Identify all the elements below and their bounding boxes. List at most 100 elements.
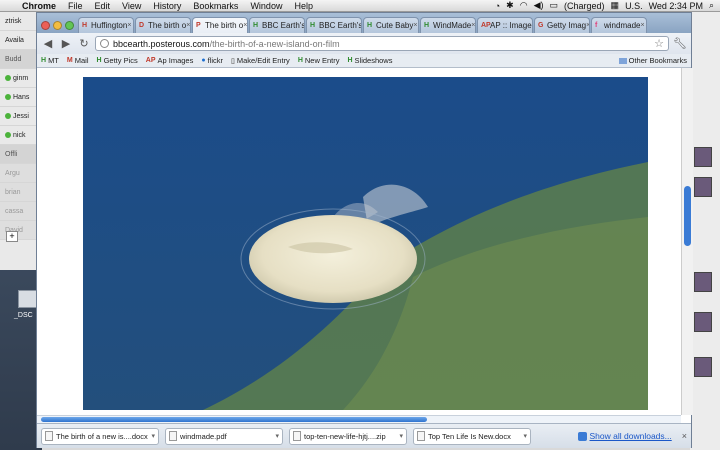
horizontal-scrollbar[interactable] [37, 415, 681, 423]
zoom-window-button[interactable] [65, 20, 74, 30]
timemachine-icon[interactable]: ◔ [495, 1, 500, 11]
bookmark-item[interactable]: H Getty Pics [97, 56, 138, 65]
menu-file[interactable]: File [62, 1, 89, 11]
tab[interactable]: G Getty Imag × [534, 17, 590, 33]
download-item[interactable]: top-ten-new-life-hjtj....zip ▾ [289, 427, 407, 445]
chat-buddy-offline[interactable]: Argu [0, 164, 41, 183]
window-controls [41, 17, 74, 33]
close-tab-icon[interactable]: × [243, 22, 247, 29]
add-buddy-button[interactable]: + [6, 231, 18, 242]
back-arrow-icon[interactable]: ◀ [41, 37, 55, 51]
tab[interactable]: D The birth o × [135, 17, 191, 33]
bookmark-star-icon[interactable]: ☆ [654, 37, 664, 50]
aerial-island-image [83, 77, 648, 410]
favicon-icon: G [538, 22, 544, 29]
battery-status: (Charged) [564, 0, 605, 11]
tab[interactable]: APAP :: Image× [477, 17, 533, 33]
chat-buddy[interactable]: Hans [0, 88, 41, 107]
close-tab-icon[interactable]: × [413, 22, 417, 29]
ap-icon: AP [145, 57, 156, 64]
wifi-icon[interactable]: ◠ [520, 0, 528, 11]
vertical-scroll-thumb[interactable] [684, 186, 691, 246]
bookmark-item[interactable]: AP Ap Images [146, 56, 194, 65]
chat-group-buddies[interactable]: Budd [0, 50, 41, 69]
download-item[interactable]: The birth of a new is....docx ▾ [41, 427, 159, 445]
desktop-file-icon[interactable] [18, 290, 38, 308]
address-bar[interactable]: bbcearth.posterous.com /the-birth-of-a-n… [95, 36, 669, 51]
flickr-icon: ● [201, 57, 206, 64]
close-tab-icon[interactable]: × [586, 22, 589, 29]
menu-app-chrome[interactable]: Chrome [16, 1, 62, 11]
chevron-down-icon[interactable]: ▾ [151, 432, 155, 440]
pdf-icon [169, 431, 177, 441]
favicon-icon: D [139, 22, 145, 29]
chat-buddy[interactable]: ginm [0, 69, 41, 88]
chevron-down-icon[interactable]: ▾ [523, 432, 527, 440]
chat-buddy-offline[interactable]: brian [0, 183, 41, 202]
forward-arrow-icon[interactable]: ▶ [59, 37, 73, 51]
tab[interactable]: HBBC Earth's× [249, 17, 305, 33]
bookmark-item[interactable]: ▯ Make/Edit Entry [231, 56, 290, 65]
menu-bookmarks[interactable]: Bookmarks [187, 1, 244, 11]
menu-history[interactable]: History [147, 1, 187, 11]
thumbnail-image[interactable] [694, 272, 712, 292]
chat-status[interactable]: Availa [0, 31, 41, 50]
close-tab-icon[interactable]: × [532, 22, 533, 29]
download-item[interactable]: Top Ten Life Is New.docx ▾ [413, 427, 531, 445]
horizontal-scroll-thumb[interactable] [41, 417, 427, 422]
tab[interactable]: H Cute Baby × [363, 17, 419, 33]
spotlight-icon[interactable]: ⌕ [709, 0, 714, 11]
wrench-menu-icon[interactable]: 🔧︎ [673, 37, 687, 50]
bookmark-item[interactable]: M Mail [67, 56, 89, 65]
download-filename: windmade.pdf [180, 431, 227, 441]
menu-view[interactable]: View [116, 1, 147, 11]
volume-icon[interactable]: ◀) [534, 0, 544, 11]
chat-buddy[interactable]: Jessi [0, 107, 41, 126]
tab[interactable]: H WindMade × [420, 17, 476, 33]
download-item[interactable]: windmade.pdf ▾ [165, 427, 283, 445]
chat-group-offline[interactable]: Offli [0, 145, 41, 164]
bluetooth-icon[interactable]: ✱ [506, 0, 514, 11]
vertical-scrollbar[interactable] [681, 68, 693, 415]
tab[interactable]: HBBC Earth's× [306, 17, 362, 33]
chat-buddy[interactable]: nick [0, 126, 41, 145]
close-shelf-icon[interactable]: × [682, 431, 687, 441]
tab[interactable]: H Huffington × [78, 17, 134, 33]
close-tab-icon[interactable]: × [186, 22, 190, 29]
thumbnail-image[interactable] [694, 357, 712, 377]
thumbnail-image[interactable] [694, 147, 712, 167]
favicon-icon: AP [481, 22, 491, 29]
close-tab-icon[interactable]: × [127, 22, 131, 29]
menu-edit[interactable]: Edit [89, 1, 117, 11]
url-host: bbcearth.posterous.com [113, 38, 210, 49]
input-source[interactable]: U.S. [625, 1, 643, 11]
close-tab-icon[interactable]: × [471, 22, 475, 29]
menu-window[interactable]: Window [244, 1, 288, 11]
tab-title: Getty Imag [547, 21, 587, 30]
thumbnail-image[interactable] [694, 312, 712, 332]
bookmark-item[interactable]: ● flickr [201, 56, 223, 65]
flag-icon[interactable]: ▦ [611, 0, 620, 11]
tab[interactable]: f windmade × [591, 17, 647, 33]
thumbnail-image[interactable] [694, 177, 712, 197]
close-window-button[interactable] [41, 20, 50, 30]
chat-buddy-offline[interactable]: cassa [0, 202, 41, 221]
battery-icon[interactable]: ▭ [550, 0, 559, 11]
close-tab-icon[interactable]: × [640, 22, 644, 29]
show-all-downloads-link[interactable]: Show all downloads... [577, 431, 672, 441]
menubar-clock[interactable]: Wed 2:34 PM [649, 1, 703, 11]
page-info-icon[interactable] [100, 39, 109, 48]
other-bookmarks[interactable]: Other Bookmarks [618, 56, 687, 65]
bookmark-item[interactable]: H New Entry [298, 56, 340, 65]
bookmark-item[interactable]: H MT [41, 56, 59, 65]
chevron-down-icon[interactable]: ▾ [399, 432, 403, 440]
video-frame-island[interactable] [83, 77, 648, 410]
reload-icon[interactable]: ↻ [77, 37, 91, 51]
bookmark-item[interactable]: H Slideshows [347, 56, 392, 65]
minimize-window-button[interactable] [53, 20, 62, 30]
download-filename: Top Ten Life Is New.docx [428, 431, 511, 441]
menu-help[interactable]: Help [288, 1, 319, 11]
tab-title: The birth o [148, 21, 187, 30]
chevron-down-icon[interactable]: ▾ [275, 432, 279, 440]
tab-active[interactable]: P The birth o × [192, 17, 248, 33]
